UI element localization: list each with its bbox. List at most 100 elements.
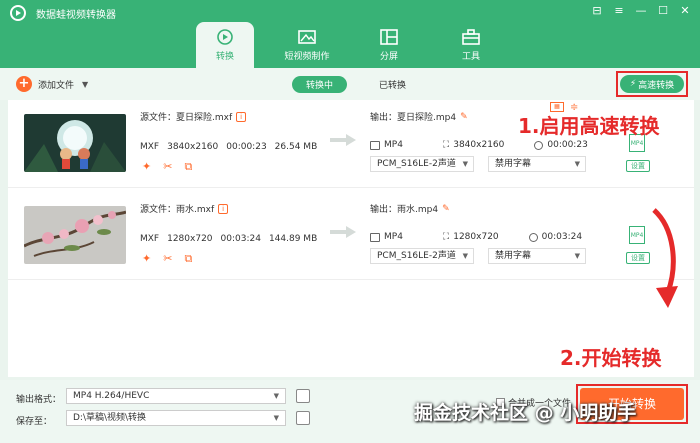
tab-label: 工具 [461,52,480,62]
clock-icon [534,140,544,150]
settings-button[interactable]: 设置 [626,160,650,172]
title-bar: 数据蛙视频转换器 ⊟ ≡ — ☐ ✕ 转换 短视频制作 分屏 工具 [0,0,700,68]
plus-icon: + [16,76,32,92]
out-duration: 00:00:23 [547,140,588,150]
src-size: 26.54 MB [274,142,318,152]
out-resolution: 3840x2160 [453,140,505,150]
audio-track-value: PCM_S16LE-2声道 [377,251,456,261]
tab-converted[interactable]: 已转换 [365,76,420,93]
add-file-label: 添加文件 [38,80,75,91]
audio-track-value: PCM_S16LE-2声道 [377,159,456,169]
output-filename: 输出：雨水.mp4 [370,205,439,215]
tab-label: 分屏 [379,52,398,62]
source-meta: MXF 3840x2160 00:00:23 26.54 MB [140,142,317,152]
app-logo-icon [10,5,26,21]
save-to-label: 保存至： [16,417,53,427]
src-duration: 00:00:23 [226,142,267,152]
main-tabs: 转换 短视频制作 分屏 工具 [196,22,524,68]
resize-icon: ⛶ [442,140,450,150]
audio-track-select[interactable]: PCM_S16LE-2声道 ▼ [370,248,474,264]
output-format-label: 输出格式： [16,395,62,405]
chevron-down-icon: ▼ [462,160,468,168]
output-options: PCM_S16LE-2声道 ▼ 禁用字幕 ▼ [370,156,586,172]
fast-convert-highlight [616,71,688,97]
tab-label: 转换 [215,52,234,62]
status-tabs: 转换中 已转换 [292,76,420,93]
toolbox-icon [462,29,480,45]
tab-convert[interactable]: 转换 [196,22,254,68]
output-options: PCM_S16LE-2声道 ▼ 禁用字幕 ▼ [370,248,586,264]
menu-icon[interactable]: ≡ [612,4,626,18]
film-icon [370,232,380,242]
info-icon[interactable]: i [236,111,247,122]
source-meta: MXF 1280x720 00:03:24 144.89 MB [140,234,317,244]
source-filename: 源文件：雨水.mxf [140,205,215,215]
magic-wand-icon[interactable]: ✦ [142,252,151,266]
annotation-arrow-icon [652,208,678,308]
feedback-icon[interactable]: ⊟ [590,4,604,18]
audio-track-select[interactable]: PCM_S16LE-2声道 ▼ [370,156,474,172]
app-title: 数据蛙视频转换器 [36,10,116,21]
split-screen-icon [380,29,398,45]
subtitle-select[interactable]: 禁用字幕 ▼ [488,156,586,172]
out-format: MP4 [384,140,403,150]
toolbar: + 添加文件 ▼ 转换中 已转换 [0,68,700,100]
src-format: MXF [140,234,160,244]
save-path-select[interactable]: D:\草稿\视频\转换 ▼ [66,410,286,426]
source-filename: 源文件：夏日探险.mxf [140,113,233,123]
source-file: 源文件：雨水.mxf i [140,202,229,215]
output-file: 输出：夏日探险.mp4 ✎ [370,110,468,124]
chevron-down-icon: ▼ [574,252,580,260]
scissors-icon[interactable]: ✂ [163,160,172,174]
output-filename: 输出：夏日探险.mp4 [370,113,457,123]
src-duration: 00:03:24 [220,234,261,244]
chevron-down-icon: ▼ [273,414,279,422]
scissors-icon[interactable]: ✂ [163,252,172,266]
edit-icon[interactable]: ⧉ [184,252,192,266]
video-thumbnail[interactable] [24,114,126,172]
subtitle-value: 禁用字幕 [495,159,532,169]
subtitle-select[interactable]: 禁用字幕 ▼ [488,248,586,264]
clock-icon [528,232,538,242]
source-file: 源文件：夏日探险.mxf i [140,110,247,123]
subtitle-value: 禁用字幕 [495,251,532,261]
chevron-down-icon: ▼ [462,252,468,260]
tab-converting[interactable]: 转换中 [292,76,348,93]
film-icon [298,30,316,44]
info-icon[interactable]: i [218,203,229,214]
chevron-down-icon: ▼ [273,392,279,400]
pencil-icon[interactable]: ✎ [460,112,468,122]
chevron-down-icon: ▼ [574,160,580,168]
arrow-right-icon [330,134,356,146]
output-meta: MP4 ⛶ 1280x720 00:03:24 [370,232,600,242]
tab-short-video[interactable]: 短视频制作 [278,22,336,68]
tab-split-screen[interactable]: 分屏 [360,22,418,68]
output-file: 输出：雨水.mp4 ✎ [370,202,450,216]
magic-wand-icon[interactable]: ✦ [142,160,151,174]
minimize-button[interactable]: — [634,4,648,18]
output-meta: MP4 ⛶ 3840x2160 00:00:23 [370,140,606,150]
tab-tools[interactable]: 工具 [442,22,500,68]
convert-icon [217,29,233,45]
close-button[interactable]: ✕ [678,4,692,18]
maximize-button[interactable]: ☐ [656,4,670,18]
output-format-select[interactable]: MP4 H.264/HEVC ▼ [66,388,286,404]
watermark: 掘金技术社区 @ 小明助手 [414,402,637,424]
edit-icon[interactable]: ⧉ [184,160,192,174]
format-settings-icon[interactable] [296,389,310,403]
src-resolution: 3840x2160 [167,142,219,152]
file-list: 源文件：夏日探险.mxf i MXF 3840x2160 00:00:23 26… [8,100,694,377]
chevron-down-icon[interactable]: ▼ [82,80,88,89]
annotation-step1: 1.启用高速转换 [518,114,660,138]
output-format-value: MP4 H.264/HEVC [73,391,150,401]
pencil-icon[interactable]: ✎ [442,204,450,214]
resize-icon: ⛶ [442,232,450,242]
add-file-button[interactable]: + 添加文件 ▼ [16,76,88,92]
edit-tools: ✦ ✂ ⧉ [142,160,192,174]
video-thumbnail[interactable] [24,206,126,264]
tab-label: 短视频制作 [284,52,330,62]
src-size: 144.89 MB [268,234,318,244]
window-controls: ⊟ ≡ — ☐ ✕ [590,4,692,18]
folder-icon[interactable] [296,411,310,425]
arrow-right-icon [330,226,356,238]
